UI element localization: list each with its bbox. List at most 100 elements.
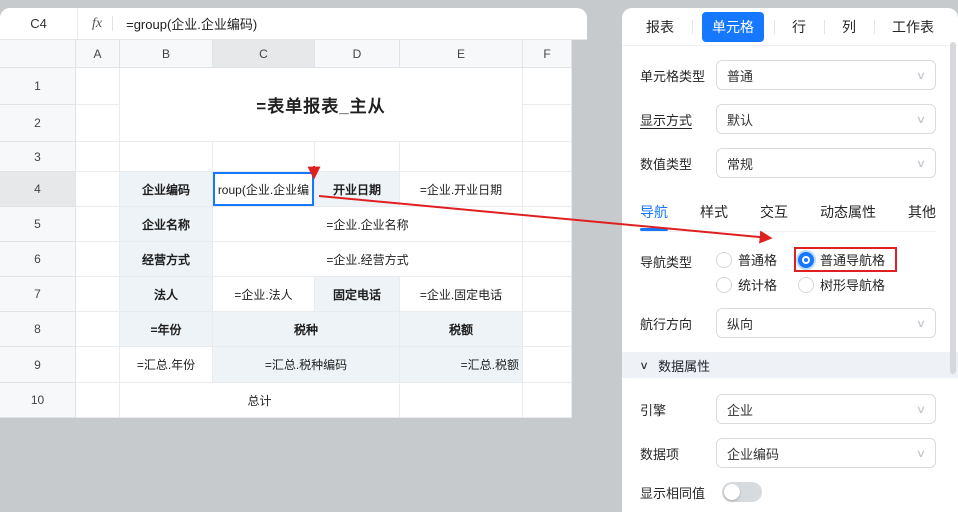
- cell-f4[interactable]: [523, 172, 572, 207]
- radio-icon[interactable]: [716, 277, 732, 293]
- cell-c5-e5[interactable]: =企业.企业名称: [213, 207, 523, 242]
- engine-label: 引擎: [640, 400, 716, 419]
- cell-f2[interactable]: [523, 105, 572, 142]
- show-same-value-toggle[interactable]: [722, 482, 762, 502]
- subtab-other[interactable]: 其他: [908, 198, 936, 231]
- col-header-f[interactable]: F: [523, 40, 572, 68]
- panel-scrollbar[interactable]: [950, 42, 956, 374]
- cell-c8-d8[interactable]: 税种: [213, 312, 400, 347]
- engine-select[interactable]: 企业 ∨: [716, 394, 936, 424]
- cell-e7[interactable]: =企业.固定电话: [400, 277, 523, 312]
- cell-c4-selected[interactable]: roup(企业.企业编: [213, 172, 315, 207]
- cell-b6[interactable]: 经营方式: [120, 242, 213, 277]
- row-header-2[interactable]: 2: [0, 105, 76, 142]
- cell-f5[interactable]: [523, 207, 572, 242]
- cell-a3[interactable]: [76, 142, 120, 172]
- cell-b5[interactable]: 企业名称: [120, 207, 213, 242]
- cell-e3[interactable]: [400, 142, 523, 172]
- cell-b4[interactable]: 企业编码: [120, 172, 213, 207]
- col-header-c[interactable]: C: [213, 40, 315, 68]
- col-header-d[interactable]: D: [315, 40, 400, 68]
- cell-b7[interactable]: 法人: [120, 277, 213, 312]
- cell-e8[interactable]: 税额: [400, 312, 523, 347]
- radio-label: 普通导航格: [820, 250, 885, 269]
- row-header-1[interactable]: 1: [0, 68, 76, 105]
- row-header-7[interactable]: 7: [0, 277, 76, 312]
- cell-f10[interactable]: [523, 383, 572, 418]
- cell-type-select[interactable]: 普通 ∨: [716, 60, 936, 90]
- radio-option-normal-cell[interactable]: 普通格: [716, 250, 794, 269]
- cell-e10[interactable]: [400, 383, 523, 418]
- cell-a9[interactable]: [76, 347, 120, 383]
- cell-f6[interactable]: [523, 242, 572, 277]
- radio-option-tree-nav-cell[interactable]: 树形导航格: [798, 275, 897, 294]
- tab-column[interactable]: 列: [834, 12, 864, 42]
- cell-f3[interactable]: [523, 142, 572, 172]
- row-header-4[interactable]: 4: [0, 172, 76, 207]
- radio-selected-icon[interactable]: [798, 252, 814, 268]
- tab-divider: [824, 20, 825, 34]
- tab-row[interactable]: 行: [784, 12, 814, 42]
- radio-label: 统计格: [738, 275, 777, 294]
- formula-input[interactable]: =group(企业.企业编码): [126, 14, 257, 33]
- collapse-chevron-icon[interactable]: ∨: [639, 359, 649, 372]
- row-header-3[interactable]: 3: [0, 142, 76, 172]
- cell-b3[interactable]: [120, 142, 213, 172]
- cell-c9-d9[interactable]: =汇总.税种编码: [213, 347, 400, 383]
- section-data-properties[interactable]: ∨ 数据属性: [622, 352, 958, 378]
- cell-a6[interactable]: [76, 242, 120, 277]
- cell-d7[interactable]: 固定电话: [315, 277, 400, 312]
- tab-divider: [692, 20, 693, 34]
- row-header-6[interactable]: 6: [0, 242, 76, 277]
- tab-report[interactable]: 报表: [638, 12, 682, 42]
- cell-report-title[interactable]: =表单报表_主从: [120, 68, 523, 142]
- cell-a1[interactable]: [76, 68, 120, 105]
- radio-option-stat-cell[interactable]: 统计格: [716, 275, 794, 294]
- tab-cell[interactable]: 单元格: [702, 12, 764, 42]
- cell-f8[interactable]: [523, 312, 572, 347]
- cell-e4[interactable]: =企业.开业日期: [400, 172, 523, 207]
- cell-c6-e6[interactable]: =企业.经营方式: [213, 242, 523, 277]
- subtab-interaction[interactable]: 交互: [760, 198, 788, 231]
- nav-direction-select[interactable]: 纵向 ∨: [716, 308, 936, 338]
- cell-a2[interactable]: [76, 105, 120, 142]
- grid-corner[interactable]: [0, 40, 76, 68]
- cell-a8[interactable]: [76, 312, 120, 347]
- row-header-8[interactable]: 8: [0, 312, 76, 347]
- field-display-mode: 显示方式 默认 ∨: [640, 104, 936, 134]
- value-type-select[interactable]: 常规 ∨: [716, 148, 936, 178]
- subtab-navigation[interactable]: 导航: [640, 198, 668, 231]
- row-header-10[interactable]: 10: [0, 383, 76, 418]
- col-header-e[interactable]: E: [400, 40, 523, 68]
- cell-b8[interactable]: =年份: [120, 312, 213, 347]
- cell-f7[interactable]: [523, 277, 572, 312]
- display-mode-select[interactable]: 默认 ∨: [716, 104, 936, 134]
- cell-c7[interactable]: =企业.法人: [213, 277, 315, 312]
- cell-a10[interactable]: [76, 383, 120, 418]
- cell-a4[interactable]: [76, 172, 120, 207]
- cell-f9[interactable]: [523, 347, 572, 383]
- cell-d4[interactable]: 开业日期: [315, 172, 400, 207]
- subtab-dynamic-props[interactable]: 动态属性: [820, 198, 876, 231]
- field-nav-type: 导航类型 普通格 普通导航格 统计格 树: [640, 247, 936, 294]
- col-header-b[interactable]: B: [120, 40, 213, 68]
- row-header-9[interactable]: 9: [0, 347, 76, 383]
- cell-d3[interactable]: [315, 142, 400, 172]
- data-item-select[interactable]: 企业编码 ∨: [716, 438, 936, 468]
- data-item-label: 数据项: [640, 444, 716, 463]
- col-header-a[interactable]: A: [76, 40, 120, 68]
- subtab-style[interactable]: 样式: [700, 198, 728, 231]
- tab-worksheet[interactable]: 工作表: [884, 12, 942, 42]
- radio-option-normal-nav-cell[interactable]: 普通导航格: [798, 250, 885, 269]
- cell-e9[interactable]: =汇总.税额: [400, 347, 523, 383]
- cell-f1[interactable]: [523, 68, 572, 105]
- cell-b10-d10[interactable]: 总计: [120, 383, 400, 418]
- cell-a7[interactable]: [76, 277, 120, 312]
- cell-c3[interactable]: [213, 142, 315, 172]
- cell-a5[interactable]: [76, 207, 120, 242]
- radio-icon[interactable]: [716, 252, 732, 268]
- radio-icon[interactable]: [798, 277, 814, 293]
- cell-b9[interactable]: =汇总.年份: [120, 347, 213, 383]
- row-header-5[interactable]: 5: [0, 207, 76, 242]
- cell-reference-box[interactable]: C4: [0, 8, 78, 39]
